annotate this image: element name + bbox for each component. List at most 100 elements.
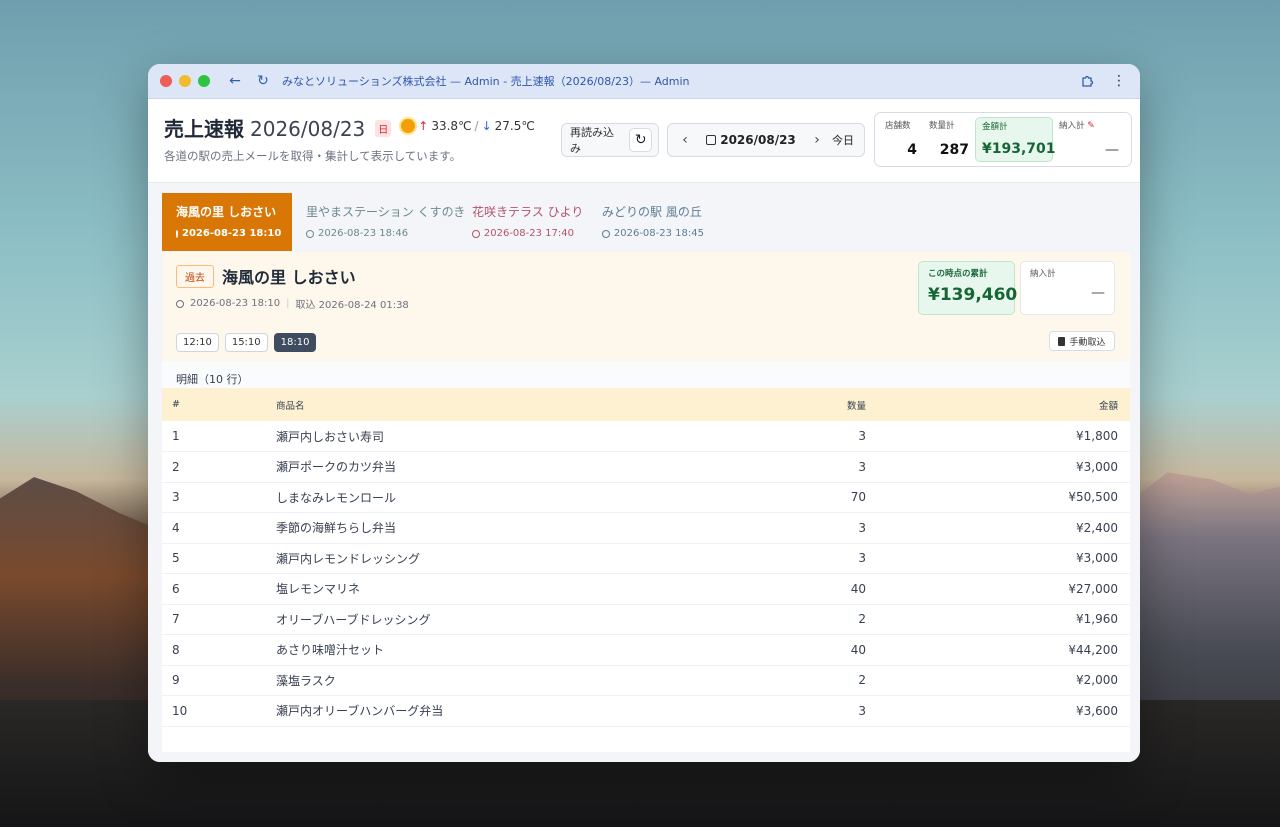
cell-product: 瀬戸ポークのカツ弁当 <box>276 451 746 483</box>
cell-qty: 3 <box>746 512 866 544</box>
page-date: 2026/08/23 <box>250 117 366 141</box>
cell-qty: 40 <box>746 634 866 666</box>
tab-store-2[interactable]: 里やまステーション くすのき 2026-08-23 18:46 <box>292 193 466 251</box>
stat-delivery-label: 納入計 <box>1059 121 1085 131</box>
cell-amount: ¥2,000 <box>866 665 1130 696</box>
temp-low: 27.5℃ <box>494 119 535 133</box>
cell-number: 8 <box>162 634 276 666</box>
meta-separator: | <box>286 298 290 309</box>
extension-icon[interactable] <box>1078 72 1096 90</box>
table-row: 8 あさり味噌汁セット 40 ¥44,200 <box>162 634 1130 666</box>
cell-product: あさり味噌汁セット <box>276 634 746 666</box>
current-date-picker[interactable]: 2026/08/23 <box>696 133 806 147</box>
store-tabs: 海風の里 しおさい 2026-08-23 18:10 里やまステーション くすの… <box>148 183 1140 251</box>
page-title: 売上速報 <box>164 117 244 141</box>
temp-high: 33.8℃ <box>431 119 472 133</box>
cell-qty: 2 <box>746 665 866 696</box>
stat-delivery-value: — <box>1105 142 1119 158</box>
weather-info: ↑ 33.8℃ / ↓ 27.5℃ <box>401 119 535 133</box>
cumulative-value: ¥139,460 <box>928 285 1018 305</box>
tab-name: 里やまステーション くすのき <box>306 205 466 219</box>
back-arrow-icon[interactable]: ← <box>226 72 244 90</box>
reload-page-icon[interactable]: ↻ <box>254 72 272 90</box>
cell-product: 藻塩ラスク <box>276 665 746 696</box>
slot-button[interactable]: 15:10 <box>224 333 268 352</box>
manual-import-button[interactable]: 手動取込 <box>1049 331 1115 351</box>
cell-amount: ¥2,400 <box>866 512 1130 544</box>
next-date-chevron-icon[interactable]: › <box>806 132 828 148</box>
cell-number: 1 <box>162 421 276 452</box>
clock-icon <box>472 229 480 238</box>
cell-product: 瀬戸内しおさい寿司 <box>276 421 746 452</box>
document-icon <box>1058 336 1066 346</box>
slot-button[interactable]: 12:10 <box>176 333 219 352</box>
cell-qty: 3 <box>746 451 866 483</box>
current-date: 2026/08/23 <box>720 133 796 147</box>
cell-amount: ¥1,800 <box>866 421 1130 452</box>
stat-delivery[interactable]: 納入計 ✎ — <box>1053 117 1125 162</box>
store-panel: 過去 海風の里 しおさい 2026-08-23 18:10 | 取込 2026-… <box>162 252 1130 752</box>
cell-amount: ¥50,500 <box>866 482 1130 513</box>
cell-product: 瀬戸内レモンドレッシング <box>276 543 746 574</box>
calendar-icon <box>706 135 717 145</box>
stat-amount-label: 金額計 <box>982 122 1008 132</box>
cell-number: 2 <box>162 451 276 483</box>
close-window-button[interactable] <box>160 75 172 87</box>
table-row: 10 瀬戸内オリーブハンバーグ弁当 3 ¥3,600 <box>162 695 1130 727</box>
tab-store-1[interactable]: 海風の里 しおさい 2026-08-23 18:10 <box>162 193 292 251</box>
cell-product: しまなみレモンロール <box>276 482 746 513</box>
slot-button-selected[interactable]: 18:10 <box>273 333 317 352</box>
store-delivery-label: 納入計 <box>1030 269 1056 279</box>
minimize-window-button[interactable] <box>179 75 191 87</box>
table-row: 5 瀬戸内レモンドレッシング 3 ¥3,000 <box>162 543 1130 574</box>
clock-icon <box>306 229 314 238</box>
temp-separator: / <box>474 119 479 133</box>
stat-qty-value: 287 <box>939 142 969 158</box>
store-timestamp: 2026-08-23 18:10 <box>190 298 281 309</box>
refresh-icon[interactable]: ↻ <box>629 128 652 152</box>
table-row: 2 瀬戸ポークのカツ弁当 3 ¥3,000 <box>162 451 1130 483</box>
more-menu-icon[interactable]: ⋮ <box>1110 72 1128 90</box>
summary-stats: 店舗数 4 数量計 287 金額計 ¥193,701 納入計 ✎ — <box>874 112 1132 167</box>
cell-product: 塩レモンマリネ <box>276 573 746 605</box>
cell-number: 6 <box>162 573 276 605</box>
tab-time-text: 2026-08-23 17:40 <box>483 228 574 239</box>
reload-button[interactable]: 再読み込み ↻ <box>561 123 659 157</box>
tab-store-4[interactable]: みどりの駅 風の丘 2026-08-23 18:45 <box>588 193 718 251</box>
sun-icon <box>401 119 416 133</box>
tab-time-text: 2026-08-23 18:45 <box>613 228 704 239</box>
maximize-window-button[interactable] <box>198 75 210 87</box>
app-body: 売上速報 2026/08/23 日 ↑ 33.8℃ / ↓ 27.5℃ 各道の駅の売… <box>148 99 1140 762</box>
titlebar: ← ↻ みなとソリューションズ株式会社 — Admin - 売上速報（2026/… <box>148 64 1140 99</box>
today-button[interactable]: 今日 <box>828 132 858 148</box>
cell-amount: ¥3,600 <box>866 695 1130 727</box>
cumulative-total: この時点の累計 ¥139,460 <box>918 261 1018 315</box>
cell-qty: 3 <box>746 543 866 574</box>
tab-name: 海風の里 しおさい <box>176 205 277 219</box>
detail-title: 明細（10 行） <box>162 361 1130 388</box>
stat-stores-label: 店舗数 <box>885 121 911 131</box>
cell-number: 4 <box>162 512 276 544</box>
detail-table: # 商品名 数量 金額 1 瀬戸内しおさい寿司 3 ¥1,800 2 瀬戸ポークのカツ弁… <box>162 388 1130 727</box>
cell-number: 5 <box>162 543 276 574</box>
tab-time: 2026-08-23 17:40 <box>472 228 574 239</box>
cell-product: 季節の海鮮ちらし弁当 <box>276 512 746 544</box>
table-row: 4 季節の海鮮ちらし弁当 3 ¥2,400 <box>162 512 1130 544</box>
stat-delivery-label-wrap: 納入計 ✎ <box>1059 119 1119 131</box>
date-navigator: ‹ 2026/08/23 › 今日 <box>667 123 865 157</box>
window-title: みなとソリューションズ株式会社 — Admin - 売上速報（2026/08/2… <box>282 75 690 88</box>
cell-qty: 40 <box>746 573 866 605</box>
browser-window: ← ↻ みなとソリューションズ株式会社 — Admin - 売上速報（2026/… <box>148 64 1140 762</box>
table-header-row: # 商品名 数量 金額 <box>162 388 1130 421</box>
day-of-week-badge: 日 <box>375 120 392 137</box>
store-header: 過去 海風の里 しおさい 2026-08-23 18:10 | 取込 2026-… <box>162 252 1130 361</box>
tab-store-3[interactable]: 花咲きテラス ひより 2026-08-23 17:40 <box>458 193 588 251</box>
tab-time: 2026-08-23 18:45 <box>602 228 704 239</box>
pencil-icon[interactable]: ✎ <box>1087 121 1095 131</box>
cell-product: 瀬戸内オリーブハンバーグ弁当 <box>276 695 746 727</box>
cell-amount: ¥3,000 <box>866 543 1130 574</box>
tab-name: 花咲きテラス ひより <box>472 205 584 219</box>
prev-date-chevron-icon[interactable]: ‹ <box>674 132 696 148</box>
tab-time-text: 2026-08-23 18:10 <box>182 228 282 239</box>
col-header-qty: 数量 <box>846 400 866 412</box>
